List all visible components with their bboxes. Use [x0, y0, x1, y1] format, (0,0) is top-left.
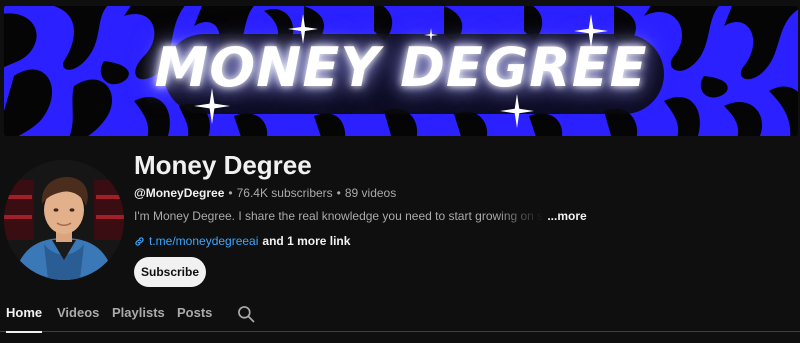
tab-posts[interactable]: Posts — [177, 296, 212, 332]
channel-name: Money Degree — [134, 150, 312, 180]
sparkle-icon — [574, 14, 608, 48]
more-links-button[interactable]: and 1 more link — [262, 234, 350, 248]
channel-handle: @MoneyDegree — [134, 186, 225, 200]
sparkle-icon — [500, 94, 534, 128]
search-icon[interactable] — [236, 304, 256, 324]
channel-links: t.me/moneydegreeai and 1 more link — [134, 234, 350, 248]
banner-title: MONEY DEGREE — [154, 36, 648, 99]
sparkle-icon — [194, 88, 230, 124]
channel-page: MONEY DEGREE Money Degree @MoneyDegree •… — [0, 0, 800, 343]
sparkle-icon — [288, 14, 318, 44]
description-text: I'm Money Degree. I share the real knowl… — [134, 209, 544, 223]
channel-avatar[interactable] — [4, 160, 124, 280]
external-link[interactable]: t.me/moneydegreeai — [149, 234, 258, 248]
avatar-portrait — [4, 160, 124, 280]
channel-meta: @MoneyDegree • 76.4K subscribers • 89 videos — [134, 186, 396, 200]
tab-videos[interactable]: Videos — [57, 296, 99, 332]
description-more-button[interactable]: ...more — [547, 209, 586, 223]
video-count: 89 videos — [344, 186, 397, 200]
tab-playlists[interactable]: Playlists — [112, 296, 165, 332]
subscriber-count: 76.4K subscribers — [236, 186, 333, 200]
channel-banner: MONEY DEGREE — [4, 6, 798, 136]
link-icon — [135, 236, 144, 246]
meta-separator: • — [228, 186, 233, 200]
tab-home[interactable]: Home — [6, 296, 43, 333]
meta-separator: • — [336, 186, 341, 200]
sparkle-icon — [424, 28, 438, 42]
channel-tabs: Home Videos Playlists Posts — [0, 296, 800, 333]
subscribe-button[interactable]: Subscribe — [134, 257, 206, 287]
channel-description[interactable]: I'm Money Degree. I share the real knowl… — [134, 209, 594, 223]
